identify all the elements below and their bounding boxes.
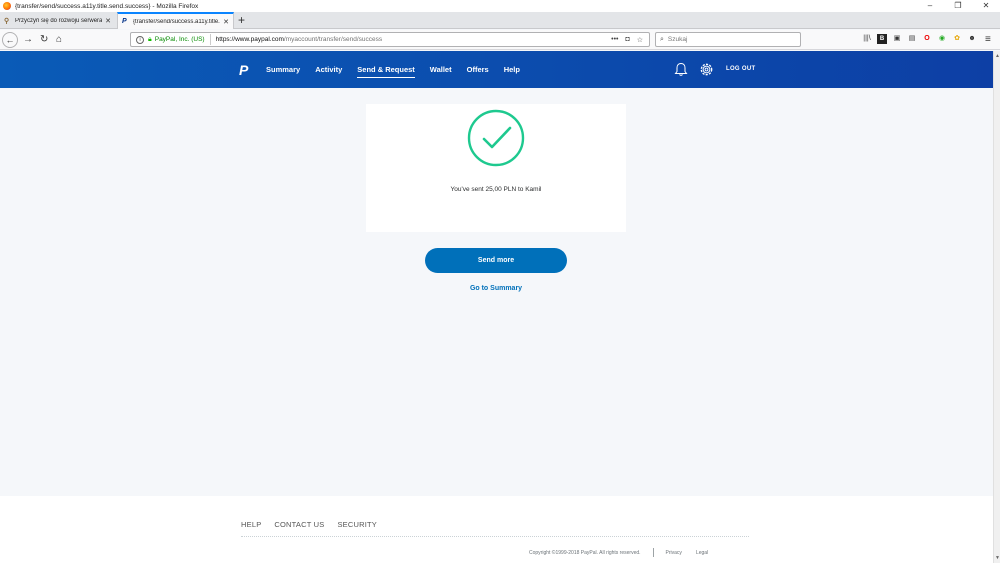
account-icon[interactable]: ☻ [967,34,977,44]
forward-button[interactable]: → [23,32,33,47]
page-actions-icon[interactable]: ••• [611,36,618,44]
site-identity[interactable]: PayPal, Inc. (US) [155,36,205,43]
footer-separator [652,548,654,557]
success-card: You've sent 25,00 PLN to Kamil [366,104,626,232]
reload-button[interactable]: ↻ [40,32,48,47]
bell-icon[interactable] [674,62,688,77]
url-separator [209,34,211,45]
url-actions: ••• ◘ ☆ [611,36,643,44]
legal-link[interactable]: Legal [696,550,708,556]
gear-icon[interactable] [699,62,714,77]
footer-security-link[interactable]: SECURITY [337,520,377,529]
tab-favicon-icon: ⚲ [4,17,10,25]
footer-divider [241,536,749,537]
tab-contribute[interactable]: ⚲ Przyczyń się do rozwoju serwera ✕ [0,13,115,29]
opera-icon[interactable]: O [922,34,932,44]
paypal-logo[interactable]: P [239,62,248,78]
extension-b-icon[interactable]: B [877,34,887,44]
paypal-header: P Summary Activity Send & Request Wallet… [0,51,993,88]
firefox-icon [3,2,11,10]
tab-label: Przyczyń się do rozwoju serwera [15,18,103,24]
tab-close-icon[interactable]: ✕ [105,17,111,25]
sidebar-icon[interactable]: ▣ [892,34,902,44]
footer-bottom: Copyright ©1999-2018 PayPal. All rights … [529,548,708,557]
nav-activity[interactable]: Activity [315,65,342,78]
info-icon[interactable]: i [136,35,144,44]
nav-summary[interactable]: Summary [266,65,300,78]
success-checkmark-icon [467,109,525,167]
lock-icon[interactable]: 🔒︎ [148,36,152,44]
minimize-button[interactable]: – [916,0,944,12]
scroll-down-icon[interactable]: ▼ [995,555,1000,561]
privacy-link[interactable]: Privacy [666,550,682,556]
nav-offers[interactable]: Offers [467,65,489,78]
toolbar-icons: |||\ B ▣ ▤ O ◉ ✿ ☻ [862,34,977,44]
tab-strip: ⚲ Przyczyń się do rozwoju serwera ✕ P {t… [0,12,1000,29]
page-scrollbar[interactable]: ▲ ▼ [993,51,1000,563]
nav-wallet[interactable]: Wallet [430,65,452,78]
success-message: You've sent 25,00 PLN to Kamil [450,186,542,193]
nav-help[interactable]: Help [504,65,520,78]
page-footer: HELP CONTACT US SECURITY Copyright ©1999… [0,496,993,563]
window-controls: – ❐ ✕ [916,0,1000,12]
footer-help-link[interactable]: HELP [241,520,261,529]
tab-close-icon[interactable]: ✕ [223,18,229,26]
go-to-summary-link[interactable]: Go to Summary [425,285,567,292]
logout-button[interactable]: LOG OUT [726,66,755,72]
scroll-up-icon[interactable]: ▲ [995,53,1000,59]
url-path[interactable]: /myaccount/transfer/send/success [284,36,382,43]
paypal-favicon-icon: P [122,18,127,25]
url-bar[interactable]: i 🔒︎ PayPal, Inc. (US) https://www.paypa… [130,32,650,47]
maximize-button[interactable]: ❐ [944,0,972,12]
screenshot-icon[interactable]: ▤ [907,34,917,44]
close-window-button[interactable]: ✕ [972,0,1000,12]
search-placeholder: Szukaj [667,36,688,43]
tab-label: {transfer/send/success.a11y.title.send.s… [133,18,221,25]
navigation-bar: ← → ↻ ⌂ i 🔒︎ PayPal, Inc. (US) https://w… [0,30,1000,50]
search-icon: ⌕ [660,35,664,43]
pocket-icon[interactable]: ◘ [625,36,629,44]
window-title: {transfer/send/success.a11y.title.send.s… [15,2,199,10]
nav-send-request[interactable]: Send & Request [357,65,415,78]
footer-contact-link[interactable]: CONTACT US [274,520,324,529]
url-host[interactable]: https://www.paypal.com [216,36,284,43]
extension-green-icon[interactable]: ◉ [937,34,947,44]
window-titlebar: {transfer/send/success.a11y.title.send.s… [0,0,1000,12]
home-button[interactable]: ⌂ [56,32,62,47]
bookmark-star-icon[interactable]: ☆ [637,36,643,44]
search-bar[interactable]: ⌕ Szukaj [655,32,801,47]
menu-icon[interactable]: ≡ [985,32,991,47]
back-button[interactable]: ← [2,32,18,48]
copyright-text: Copyright ©1999-2018 PayPal. All rights … [529,549,641,556]
new-tab-icon[interactable]: + [238,13,245,27]
paypal-nav: Summary Activity Send & Request Wallet O… [266,65,535,78]
footer-links: HELP CONTACT US SECURITY [241,520,377,529]
library-icon[interactable]: |||\ [862,34,872,44]
tab-paypal-success[interactable]: P {transfer/send/success.a11y.title.send… [117,12,234,29]
send-more-button[interactable]: Send more [425,248,567,273]
extension-yellow-icon[interactable]: ✿ [952,34,962,44]
